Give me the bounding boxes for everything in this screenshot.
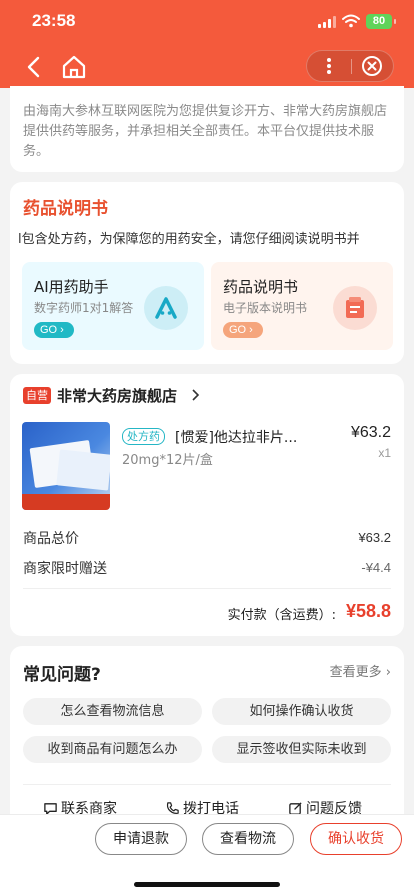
chevron-right-icon[interactable] (190, 389, 200, 401)
faq-view-more-link[interactable]: 查看更多 › (330, 661, 391, 680)
paid-amount-label: 实付款（含运费）: (227, 608, 336, 623)
drug-manual-go-button[interactable]: GO › (223, 322, 263, 338)
view-logistics-button[interactable]: 查看物流 (202, 823, 294, 855)
order-divider (23, 588, 391, 589)
mini-program-capsule (306, 50, 394, 82)
home-indicator (134, 882, 280, 887)
instructions-card: 药品说明书 l包含处方药，为保障您的用药安全，请您仔细阅读说明书并 AI用药助手… (10, 182, 404, 364)
cellular-signal-icon (318, 16, 336, 28)
faq-card: 常见问题? 查看更多 › 怎么查看物流信息 如何操作确认收货 收到商品有问题怎么… (10, 646, 404, 836)
drug-manual-title: 药品说明书 (223, 278, 299, 296)
more-options-icon[interactable] (317, 51, 341, 81)
ai-assistant-tile[interactable]: AI用药助手 数字药师1对1解答 GO › (22, 262, 204, 350)
service-notice-text: 由海南大参林互联网医院为您提供复诊开方、非常大药房旗舰店提供供药等服务，并承担相… (23, 104, 388, 159)
confirm-receipt-button[interactable]: 确认收货 (310, 823, 402, 855)
product-quantity: x1 (378, 446, 391, 460)
store-name-link[interactable]: 非常大药房旗舰店 (57, 385, 177, 406)
product-name[interactable]: [惯爱]他达拉非片... (175, 427, 325, 447)
wifi-icon (342, 14, 360, 28)
faq-question[interactable]: 怎么查看物流信息 (23, 698, 202, 725)
request-refund-button[interactable]: 申请退款 (95, 823, 187, 855)
drug-manual-tile[interactable]: 药品说明书 电子版本说明书 GO › (211, 262, 393, 350)
ai-assistant-go-button[interactable]: GO › (34, 322, 74, 338)
prescription-drug-tag: 处方药 (122, 428, 165, 445)
bottom-action-bar: 申请退款 查看物流 确认收货 (0, 814, 414, 896)
status-time: 23:58 (32, 11, 76, 30)
service-notice-card: 由海南大参林互联网医院为您提供复诊开方、非常大药房旗舰店提供供药等服务，并承担相… (10, 86, 404, 172)
faq-question[interactable]: 显示签收但实际未收到 (212, 736, 391, 763)
gift-label: 商家限时赠送 (23, 561, 107, 577)
ai-assistant-title: AI用药助手 (34, 278, 109, 296)
product-price: ¥63.2 (350, 424, 391, 441)
order-card: 自营 非常大药房旗舰店 处方药 [惯爱]他达拉非片... 20mg*12片/盒 … (10, 374, 404, 636)
self-operated-badge: 自营 (23, 387, 51, 404)
drug-manual-subtitle: 电子版本说明书 (223, 301, 308, 315)
drug-manual-icon (333, 286, 377, 330)
faq-question[interactable]: 收到商品有问题怎么办 (23, 736, 202, 763)
product-image[interactable] (22, 422, 110, 510)
ai-assistant-icon (144, 286, 188, 330)
total-price-label: 商品总价 (23, 531, 79, 547)
instructions-title: 药品说明书 (23, 199, 108, 219)
home-icon[interactable] (60, 54, 88, 80)
faq-title: 常见问题? (23, 665, 101, 685)
instructions-notice: l包含处方药，为保障您的用药安全，请您仔细阅读说明书并 (18, 232, 360, 247)
battery-icon: 80 (366, 14, 396, 29)
paid-amount-value: ¥58.8 (345, 601, 391, 621)
capsule-divider (351, 59, 352, 74)
faq-question[interactable]: 如何操作确认收货 (212, 698, 391, 725)
faq-divider (23, 784, 391, 785)
status-bar: 23:58 80 (0, 0, 414, 44)
gift-value: -¥4.4 (361, 560, 391, 575)
ai-assistant-subtitle: 数字药师1对1解答 (34, 301, 134, 315)
total-price-value: ¥63.2 (358, 530, 391, 545)
close-icon[interactable] (361, 55, 383, 77)
back-icon[interactable] (22, 54, 48, 80)
header-bar: 23:58 80 (0, 0, 414, 88)
product-spec: 20mg*12片/盒 (122, 453, 213, 468)
